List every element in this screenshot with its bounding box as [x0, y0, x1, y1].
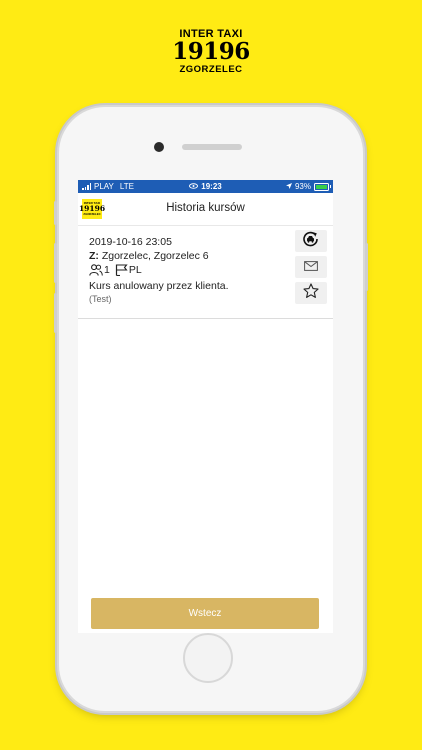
link-icon	[189, 180, 199, 193]
ride-actions	[295, 230, 327, 304]
back-button[interactable]: Wstecz	[91, 598, 319, 629]
status-bar: PLAY LTE 19:23 93%	[78, 180, 333, 193]
mail-icon	[304, 258, 318, 276]
earpiece-speaker	[182, 144, 242, 150]
passengers-icon	[89, 264, 103, 276]
battery-percent: 93%	[294, 182, 311, 191]
home-button	[183, 633, 233, 683]
brand-number: 19196	[172, 38, 250, 65]
ride-note: (Test)	[89, 294, 112, 304]
power-button	[365, 243, 368, 291]
front-camera	[154, 142, 164, 152]
mute-switch	[54, 201, 57, 225]
app-header: INTER TAXI 19196 ZGORZELEC Historia kurs…	[78, 193, 333, 226]
clock-time: 19:23	[201, 182, 222, 191]
send-email-button[interactable]	[295, 256, 327, 278]
battery-icon	[314, 182, 331, 191]
volume-up-button	[54, 243, 57, 283]
location-arrow-icon	[285, 180, 292, 193]
ride-status: Kurs anulowany przez klienta.	[89, 280, 229, 292]
pickup-value: Zgorzelec, Zgorzelec 6	[98, 250, 209, 262]
favorite-button[interactable]	[295, 282, 327, 304]
passenger-count: 1	[104, 264, 110, 276]
language-code: PL	[128, 264, 142, 276]
ride-pickup-address: Z: Zgorzelec, Zgorzelec 6	[89, 250, 209, 262]
volume-down-button	[54, 293, 57, 333]
ride-details-row: 1 PL	[89, 264, 142, 277]
brand-logo: INTER TAXI 19196 ZGORZELEC	[0, 28, 422, 75]
ride-datetime: 2019-10-16 23:05	[89, 236, 172, 248]
brand-city: ZGORZELEC	[179, 64, 243, 75]
reorder-taxi-icon	[302, 231, 320, 252]
page-title: Historia kursów	[166, 202, 245, 214]
app-screen: PLAY LTE 19:23 93% INTER TAXI 19196 ZGOR…	[78, 180, 333, 633]
status-right: 93%	[285, 180, 331, 193]
star-icon	[303, 282, 319, 304]
pickup-label: Z:	[89, 250, 99, 262]
reorder-ride-button[interactable]	[295, 230, 327, 252]
ride-history-item[interactable]: 2019-10-16 23:05 Z: Zgorzelec, Zgorzelec…	[78, 226, 333, 319]
language-flag-icon	[115, 264, 128, 277]
